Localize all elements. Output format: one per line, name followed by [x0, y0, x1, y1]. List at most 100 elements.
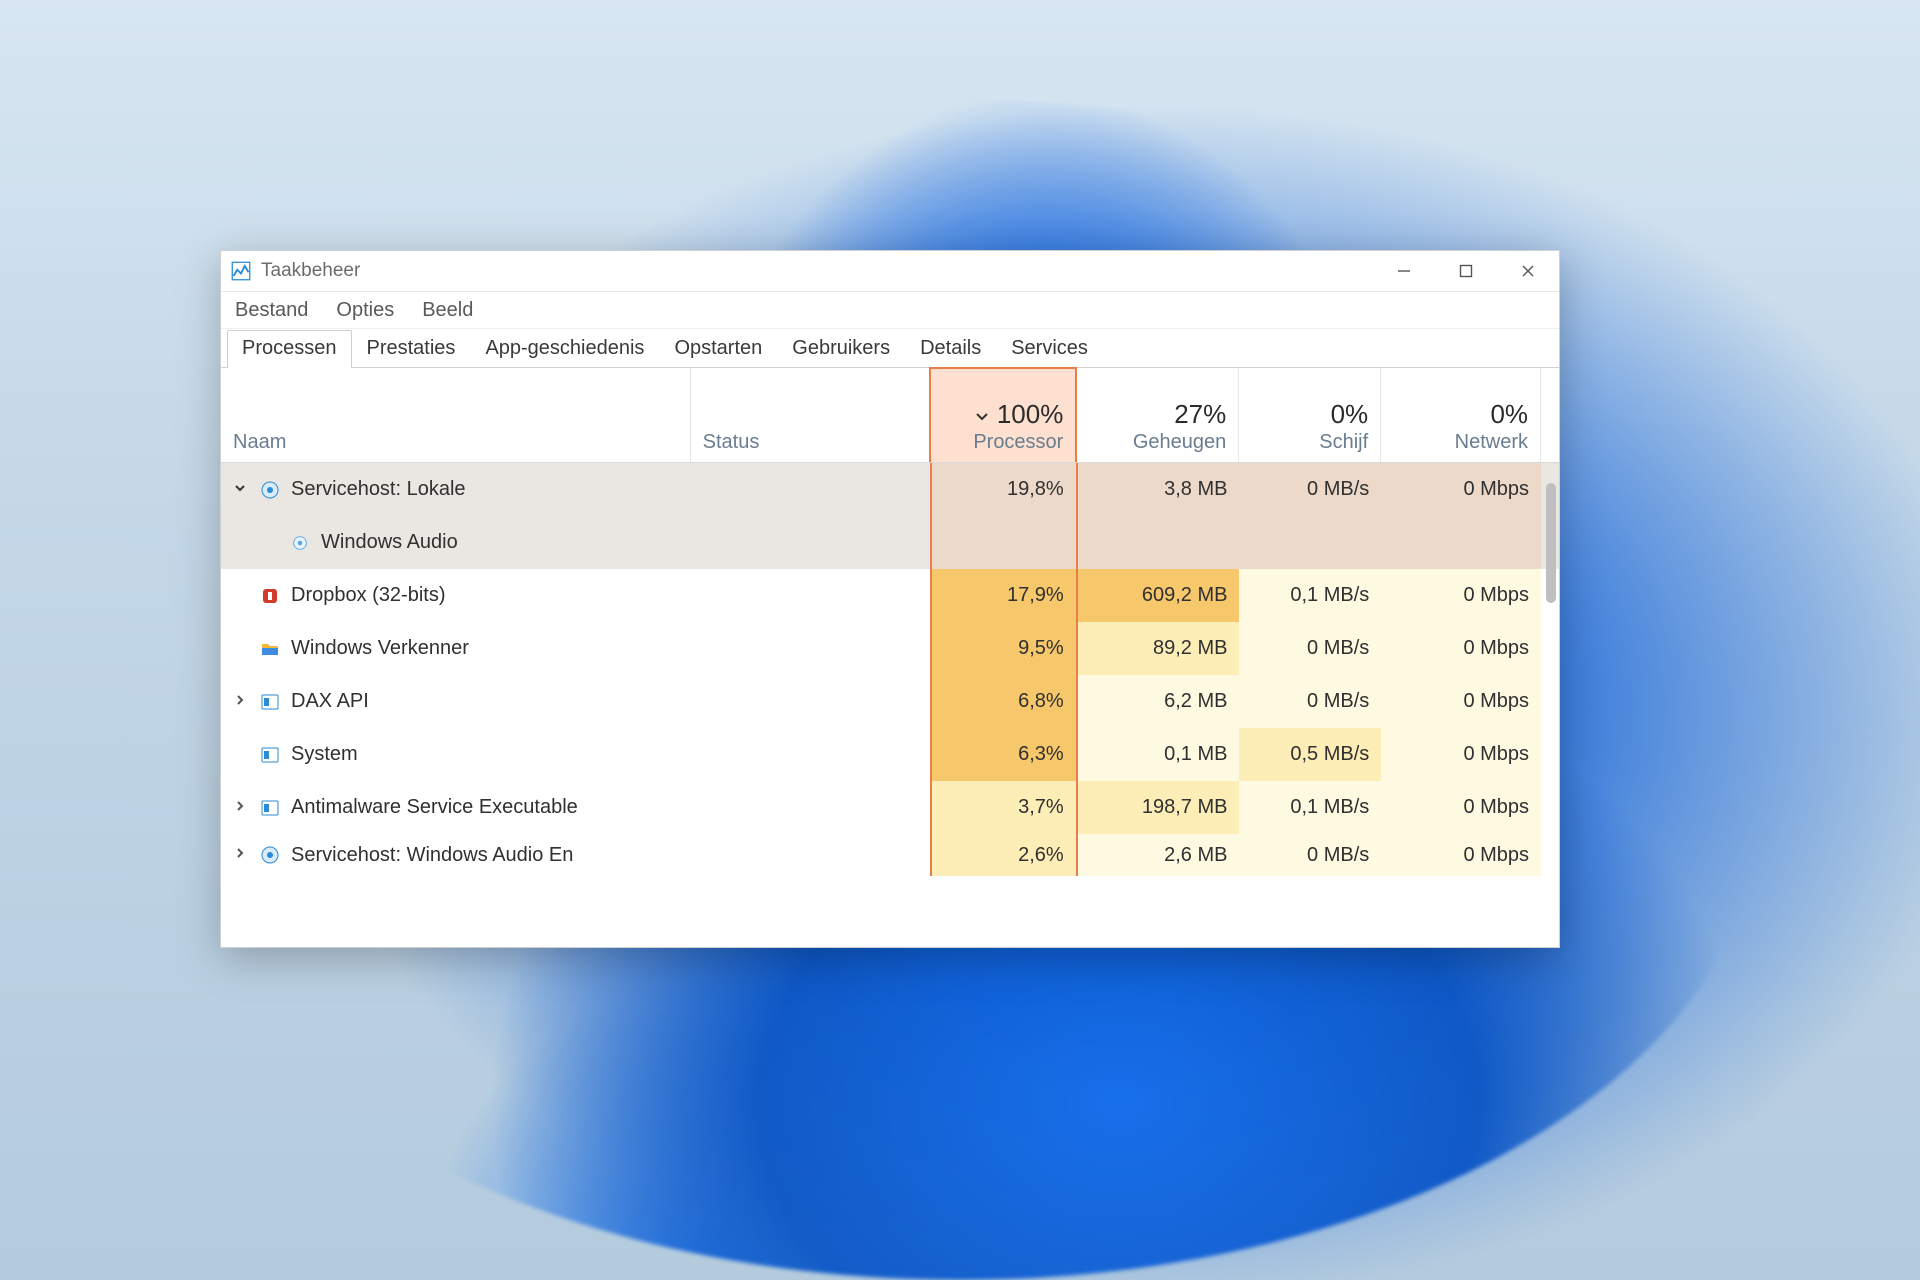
process-row[interactable]: Dropbox (32-bits)17,9%609,2 MB0,1 MB/s0 … — [221, 569, 1559, 622]
cell-name: Servicehost: Lokale — [221, 463, 690, 516]
cell-name: Windows Verkenner — [221, 622, 690, 675]
tab-processes[interactable]: Processen — [227, 330, 352, 368]
cell-status — [690, 834, 930, 876]
cell-name: Servicehost: Windows Audio En — [221, 834, 690, 876]
cell-status — [690, 516, 930, 569]
cell-disk: 0 MB/s — [1239, 834, 1381, 876]
cell-network: 0 Mbps — [1381, 728, 1541, 781]
minimize-button[interactable] — [1373, 251, 1435, 291]
cell-network: 0 Mbps — [1381, 781, 1541, 834]
cell-status — [690, 569, 930, 622]
process-name: Dropbox (32-bits) — [291, 584, 446, 607]
expander-icon[interactable] — [231, 693, 249, 711]
process-name: DAX API — [291, 690, 369, 713]
process-row[interactable]: Servicehost: Windows Audio En2,6%2,6 MB0… — [221, 834, 1559, 876]
task-manager-window: Taakbeheer Bestand Opties Beeld Processe… — [220, 250, 1560, 948]
cell-processor: 6,8% — [930, 675, 1078, 728]
cell-memory — [1078, 516, 1240, 569]
menu-options[interactable]: Opties — [336, 299, 394, 322]
app-icon — [259, 691, 281, 713]
process-rows: Servicehost: Lokale19,8%3,8 MB0 MB/s0 Mb… — [221, 463, 1559, 893]
col-disk-pct: 0% — [1331, 401, 1369, 427]
cell-name: System — [221, 728, 690, 781]
menu-file[interactable]: Bestand — [235, 299, 308, 322]
cell-disk — [1239, 516, 1381, 569]
scrollbar-thumb[interactable] — [1546, 483, 1556, 603]
tab-history[interactable]: App-geschiedenis — [470, 330, 659, 368]
tab-services[interactable]: Services — [996, 330, 1103, 368]
expander-icon[interactable] — [231, 481, 249, 499]
cell-memory: 198,7 MB — [1078, 781, 1240, 834]
cell-name: Dropbox (32-bits) — [221, 569, 690, 622]
process-grid: Naam Status 100% Processor 27% Geheugen — [221, 368, 1559, 893]
tab-details[interactable]: Details — [905, 330, 996, 368]
process-name: Servicehost: Lokale — [291, 478, 466, 501]
process-name: System — [291, 743, 358, 766]
gear-icon — [259, 479, 281, 501]
col-processor-label: Processor — [973, 431, 1063, 454]
col-memory[interactable]: 27% Geheugen — [1077, 368, 1239, 462]
scrollbar[interactable] — [1542, 463, 1558, 893]
cell-status — [690, 675, 930, 728]
expander-icon[interactable] — [231, 846, 249, 864]
cell-disk: 0,5 MB/s — [1239, 728, 1381, 781]
process-name: Antimalware Service Executable — [291, 796, 578, 819]
process-row[interactable]: Servicehost: Lokale19,8%3,8 MB0 MB/s0 Mb… — [221, 463, 1559, 516]
cell-name: Antimalware Service Executable — [221, 781, 690, 834]
cell-status — [690, 781, 930, 834]
cell-processor: 19,8% — [930, 463, 1078, 516]
folder-icon — [259, 638, 281, 660]
process-row[interactable]: Antimalware Service Executable 3,7%198,7 … — [221, 781, 1559, 834]
col-scroll-gutter — [1541, 368, 1559, 462]
cell-disk: 0 MB/s — [1239, 622, 1381, 675]
gearsm-icon — [289, 532, 311, 554]
col-network-label: Netwerk — [1455, 431, 1528, 454]
close-button[interactable] — [1497, 251, 1559, 291]
col-memory-pct: 27% — [1174, 401, 1226, 427]
col-name[interactable]: Naam — [221, 368, 691, 462]
process-row[interactable]: System6,3%0,1 MB0,5 MB/s0 Mbps — [221, 728, 1559, 781]
cell-disk: 0 MB/s — [1239, 675, 1381, 728]
cell-name: Windows Audio — [221, 516, 690, 569]
cell-status — [690, 463, 930, 516]
col-processor-pct: 100% — [997, 401, 1064, 427]
cell-status — [690, 622, 930, 675]
col-network-pct: 0% — [1490, 401, 1528, 427]
cell-memory: 609,2 MB — [1078, 569, 1240, 622]
cell-memory: 2,6 MB — [1078, 834, 1240, 876]
tab-users[interactable]: Gebruikers — [777, 330, 905, 368]
window-title: Taakbeheer — [261, 260, 360, 282]
tab-startup[interactable]: Opstarten — [659, 330, 777, 368]
cell-network: 0 Mbps — [1381, 463, 1541, 516]
cell-name: DAX API — [221, 675, 690, 728]
process-row[interactable]: Windows Audio — [221, 516, 1559, 569]
cell-disk: 0,1 MB/s — [1239, 781, 1381, 834]
cell-network: 0 Mbps — [1381, 622, 1541, 675]
cell-memory: 6,2 MB — [1078, 675, 1240, 728]
col-name-label: Naam — [233, 431, 678, 454]
col-processor[interactable]: 100% Processor — [929, 367, 1077, 462]
process-name: Servicehost: Windows Audio En — [291, 844, 573, 867]
cell-processor — [930, 516, 1078, 569]
app-icon — [259, 744, 281, 766]
menu-view[interactable]: Beeld — [422, 299, 473, 322]
cell-memory: 89,2 MB — [1078, 622, 1240, 675]
cell-processor: 9,5% — [930, 622, 1078, 675]
cell-processor: 3,7% — [930, 781, 1078, 834]
col-network[interactable]: 0% Netwerk — [1381, 368, 1541, 462]
col-status[interactable]: Status — [691, 368, 931, 462]
cell-processor: 17,9% — [930, 569, 1078, 622]
col-memory-label: Geheugen — [1133, 431, 1226, 454]
expander-icon[interactable] — [231, 799, 249, 817]
tab-performance[interactable]: Prestaties — [352, 330, 471, 368]
maximize-button[interactable] — [1435, 251, 1497, 291]
process-row[interactable]: DAX API6,8%6,2 MB0 MB/s0 Mbps — [221, 675, 1559, 728]
cell-memory: 3,8 MB — [1078, 463, 1240, 516]
tabstrip: Processen Prestaties App-geschiedenis Op… — [221, 329, 1559, 368]
process-row[interactable]: Windows Verkenner 9,5%89,2 MB0 MB/s0 Mbps — [221, 622, 1559, 675]
col-disk[interactable]: 0% Schijf — [1239, 368, 1381, 462]
process-name: Windows Verkenner — [291, 637, 469, 660]
sort-indicator-icon — [975, 401, 989, 427]
titlebar[interactable]: Taakbeheer — [221, 251, 1559, 292]
cell-disk: 0,1 MB/s — [1239, 569, 1381, 622]
